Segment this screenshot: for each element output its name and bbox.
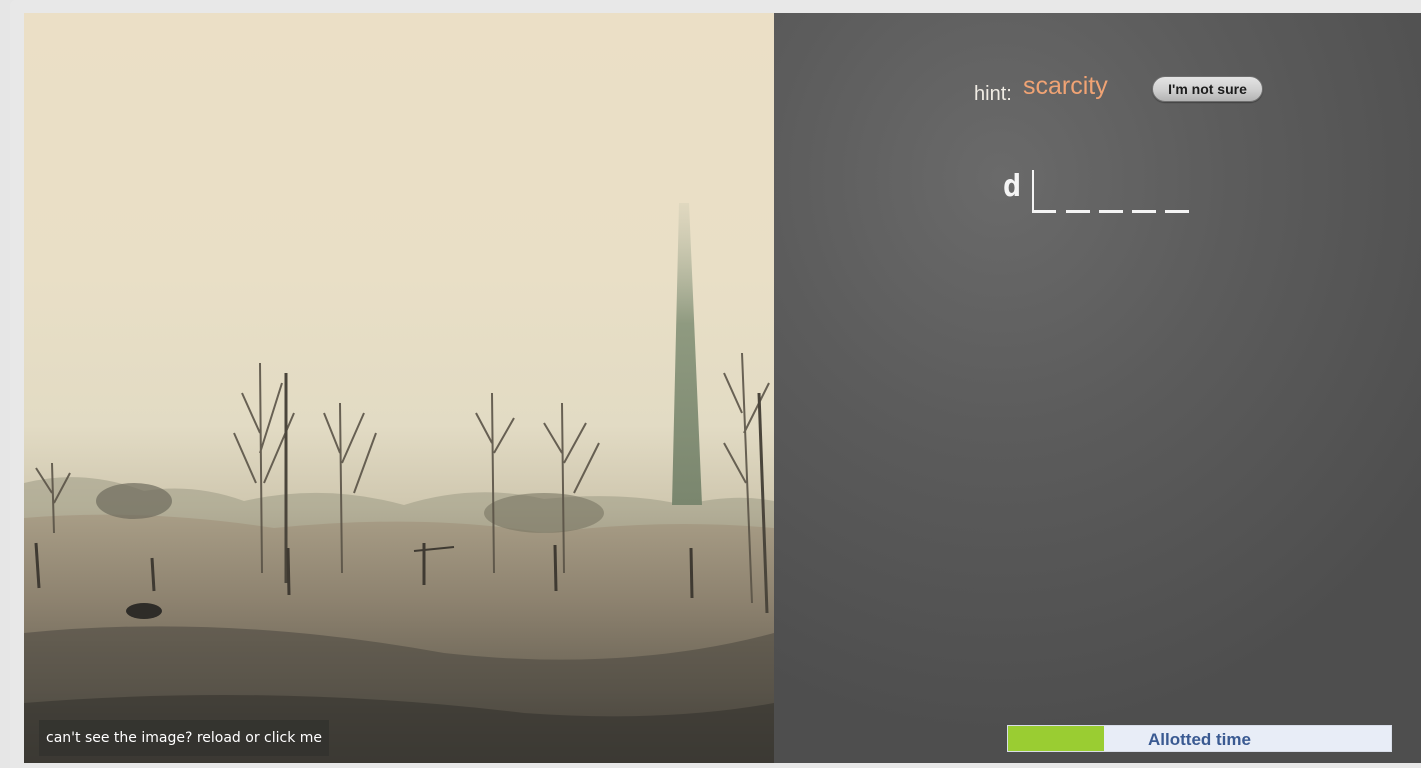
- text-cursor: [1032, 170, 1034, 212]
- hint-word: scarcity: [1023, 72, 1108, 100]
- letter-slot: [1132, 210, 1156, 213]
- hint-label: hint:: [974, 83, 1012, 105]
- timer-label: Allotted time: [1148, 730, 1251, 749]
- puzzle-image: [24, 13, 774, 763]
- letter-slot: [1032, 210, 1056, 213]
- revealed-letter: d: [1003, 169, 1022, 204]
- letter-slot: [1165, 210, 1189, 213]
- letter-slot: [1066, 210, 1090, 213]
- reload-image-link[interactable]: can't see the image? reload or click me: [39, 720, 330, 756]
- letter-slot: [1099, 210, 1123, 213]
- answer-panel: hint: scarcity I'm not sure d Allotted t…: [774, 13, 1421, 763]
- landscape-illustration: [24, 203, 774, 763]
- allotted-time-bar: Allotted time: [1007, 725, 1392, 752]
- not-sure-button[interactable]: I'm not sure: [1152, 76, 1263, 102]
